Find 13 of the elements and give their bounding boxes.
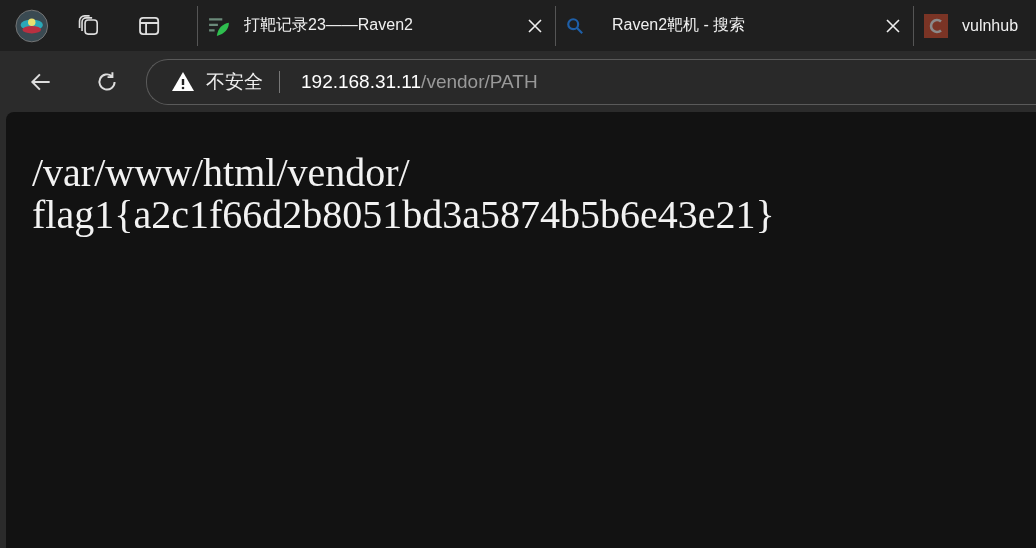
profile-avatar[interactable] [15, 7, 49, 44]
browser-tab[interactable]: vulnhub [913, 5, 1036, 46]
search-icon [566, 16, 584, 35]
close-icon[interactable] [527, 17, 543, 34]
page-text: flag1{a2c1f66d2b8051bd3a5874b5b6e43e21} [32, 194, 775, 236]
page-text: /var/www/html/vendor/ [32, 152, 410, 194]
browser-tab[interactable]: Raven2靶机 - 搜索 [555, 5, 913, 46]
security-label[interactable]: 不安全 [206, 70, 280, 93]
site-logo-icon [924, 13, 948, 38]
address-bar[interactable]: 不安全 192.168.31.11/vendor/PATH [146, 58, 1036, 105]
url-text[interactable]: 192.168.31.11/vendor/PATH [301, 70, 538, 93]
close-icon[interactable] [885, 17, 901, 34]
browser-tab[interactable]: 打靶记录23——Raven2 [197, 5, 555, 46]
